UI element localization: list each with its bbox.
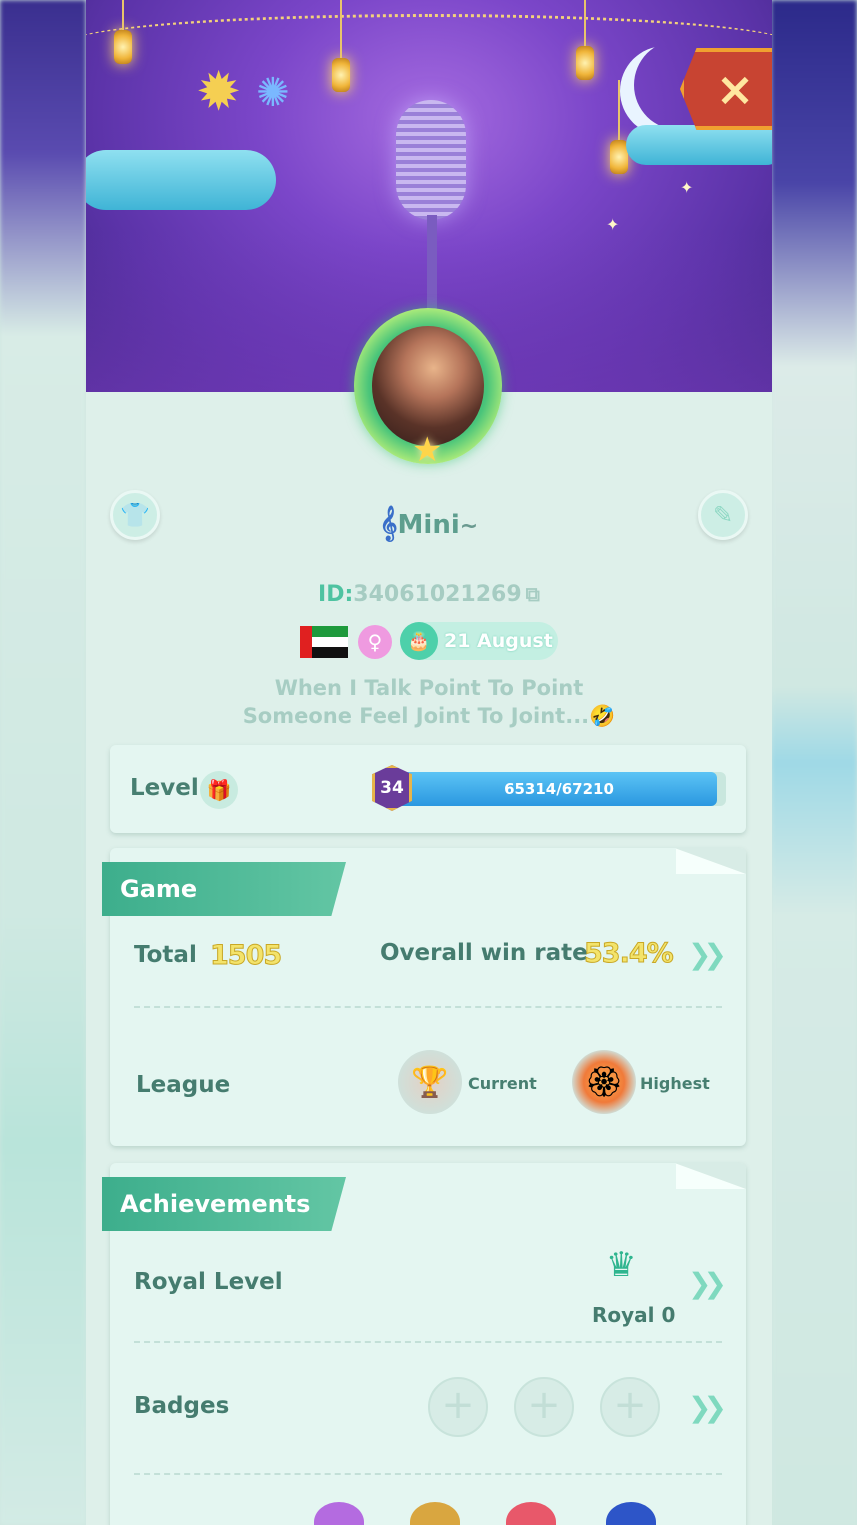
badge-slot[interactable]: + bbox=[514, 1377, 574, 1437]
female-gender-icon: ♀ bbox=[358, 625, 392, 659]
level-label: Level bbox=[130, 775, 199, 801]
swirl-icon: ~ bbox=[459, 514, 479, 539]
level-progress-text: 65314/67210 bbox=[504, 780, 614, 798]
butterfly-icon: 𝄞 bbox=[379, 506, 398, 541]
firework-icon: ✺ bbox=[256, 70, 290, 116]
right-background bbox=[771, 0, 857, 1525]
cake-icon: 🎂 bbox=[400, 622, 438, 660]
country-flag-icon bbox=[300, 626, 348, 659]
royal-level-label: Royal Level bbox=[134, 1269, 283, 1295]
avatar bbox=[372, 326, 484, 446]
bio-line: Someone Feel Joint To Joint...🤣 bbox=[242, 704, 616, 728]
divider bbox=[134, 1473, 722, 1475]
microphone-stand bbox=[427, 215, 437, 315]
total-value: 1505 bbox=[209, 940, 282, 972]
star-icon: ✦ bbox=[680, 178, 694, 197]
bio: When I Talk Point To Point Someone Feel … bbox=[86, 674, 772, 730]
gift-icon[interactable]: 🎁 bbox=[200, 771, 238, 809]
username: 𝄞Mini~ bbox=[86, 506, 772, 541]
cloud-decoration bbox=[86, 150, 276, 210]
chevron-right-icon[interactable]: ❯❯ bbox=[688, 938, 727, 971]
winrate-label: Overall win rate bbox=[380, 940, 588, 966]
lantern-icon bbox=[332, 0, 350, 92]
username-text: Mini bbox=[397, 510, 460, 540]
star-icon: ✦ bbox=[606, 215, 620, 234]
lantern-icon bbox=[576, 0, 594, 80]
close-button[interactable]: × bbox=[680, 48, 772, 130]
royal-level-value: Royal 0 bbox=[592, 1303, 676, 1327]
highest-league-label: Highest bbox=[640, 1074, 710, 1093]
achievements-section: Achievements Royal Level ♛ Royal 0 ❯❯ Ba… bbox=[102, 1163, 746, 1525]
winrate-value: 53.4% bbox=[584, 938, 675, 970]
divider bbox=[134, 1006, 722, 1008]
lantern-icon bbox=[114, 0, 132, 64]
section-title: Achievements bbox=[102, 1177, 346, 1231]
game-section: Game Total 1505 Overall win rate 53.4% ❯… bbox=[102, 848, 746, 1146]
birthday-badge: 🎂 21 August bbox=[400, 622, 558, 660]
copy-icon[interactable]: ⧉ bbox=[526, 582, 540, 606]
profile-panel: ✺ ✹ ✦ ✦ × ★ 👕 ✎ 𝄞Mini~ ID:34061021269 ⧉ ♀… bbox=[86, 0, 772, 1525]
badge-slot[interactable]: + bbox=[428, 1377, 488, 1437]
divider bbox=[134, 1341, 722, 1343]
league-label: League bbox=[136, 1072, 231, 1098]
user-id-label: ID: bbox=[318, 582, 354, 607]
avatar-frame[interactable]: ★ bbox=[354, 308, 502, 470]
highest-trophy-icon[interactable]: 🏵 bbox=[572, 1050, 636, 1114]
star-icon: ★ bbox=[412, 430, 443, 470]
user-id: ID:34061021269 ⧉ bbox=[86, 582, 772, 607]
badges-label: Badges bbox=[134, 1393, 230, 1419]
firework-icon: ✹ bbox=[196, 60, 242, 123]
page-fold bbox=[676, 848, 746, 874]
level-card: Level 🎁 65314/67210 34 bbox=[110, 745, 746, 833]
chevron-right-icon[interactable]: ❯❯ bbox=[688, 1391, 727, 1424]
crown-icon: ♛ bbox=[606, 1245, 637, 1285]
badge-slot[interactable]: + bbox=[600, 1377, 660, 1437]
total-label: Total bbox=[134, 942, 197, 968]
current-trophy-icon[interactable]: 🏆 bbox=[398, 1050, 462, 1114]
chevron-right-icon[interactable]: ❯❯ bbox=[688, 1267, 727, 1300]
birthday-text: 21 August bbox=[444, 630, 553, 652]
cloud-decoration bbox=[626, 125, 772, 165]
page-fold bbox=[676, 1163, 746, 1189]
left-background bbox=[0, 0, 86, 1525]
section-title: Game bbox=[102, 862, 346, 916]
microphone-icon bbox=[396, 100, 466, 220]
bio-line: When I Talk Point To Point bbox=[274, 676, 584, 700]
close-icon: × bbox=[715, 62, 755, 116]
user-id-value: 34061021269 bbox=[353, 582, 522, 607]
current-league-label: Current bbox=[468, 1074, 537, 1093]
